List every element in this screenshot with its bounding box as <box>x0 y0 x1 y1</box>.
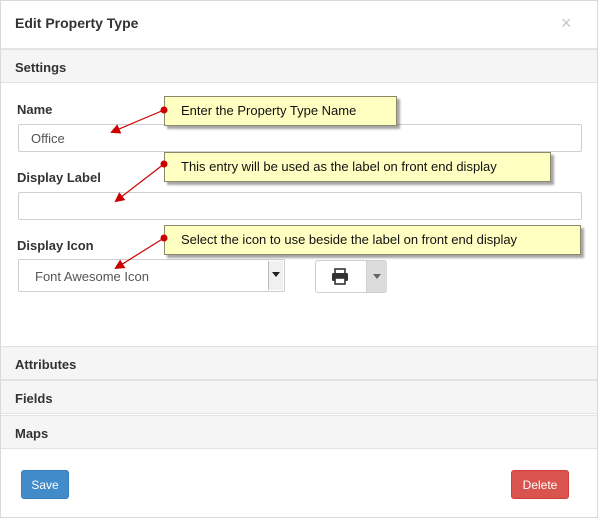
delete-button[interactable]: Delete <box>511 470 569 499</box>
edit-property-type-dialog: Edit Property Type × Settings Name Displ… <box>0 0 598 518</box>
dialog-header: Edit Property Type × <box>1 1 597 49</box>
section-settings-header[interactable]: Settings <box>1 49 597 83</box>
name-input[interactable] <box>18 124 582 152</box>
callout-display-icon: Select the icon to use beside the label … <box>164 225 581 255</box>
section-settings-label: Settings <box>15 60 67 75</box>
section-maps-header[interactable]: Maps <box>1 415 597 449</box>
icon-picker-dropdown-toggle[interactable] <box>366 261 387 292</box>
chevron-down-icon[interactable] <box>268 261 283 290</box>
section-fields-header[interactable]: Fields <box>1 380 597 414</box>
icon-picker-button[interactable] <box>315 260 387 293</box>
section-attributes-header[interactable]: Attributes <box>1 346 597 380</box>
display-label-label: Display Label <box>17 170 101 185</box>
section-attributes-label: Attributes <box>15 357 77 372</box>
close-icon[interactable]: × <box>561 13 572 34</box>
name-label: Name <box>17 102 53 117</box>
callout-name: Enter the Property Type Name <box>164 96 397 126</box>
dialog-title: Edit Property Type <box>15 15 139 31</box>
print-icon <box>316 261 366 292</box>
save-button[interactable]: Save <box>21 470 69 499</box>
display-icon-selected-value: Font Awesome Icon <box>35 269 149 284</box>
callout-display-label: This entry will be used as the label on … <box>164 152 551 182</box>
section-maps-label: Maps <box>15 426 49 441</box>
section-fields-label: Fields <box>15 391 53 406</box>
display-icon-select[interactable]: Font Awesome Icon <box>18 259 285 292</box>
display-icon-label: Display Icon <box>17 238 94 253</box>
display-label-input[interactable] <box>18 192 582 220</box>
